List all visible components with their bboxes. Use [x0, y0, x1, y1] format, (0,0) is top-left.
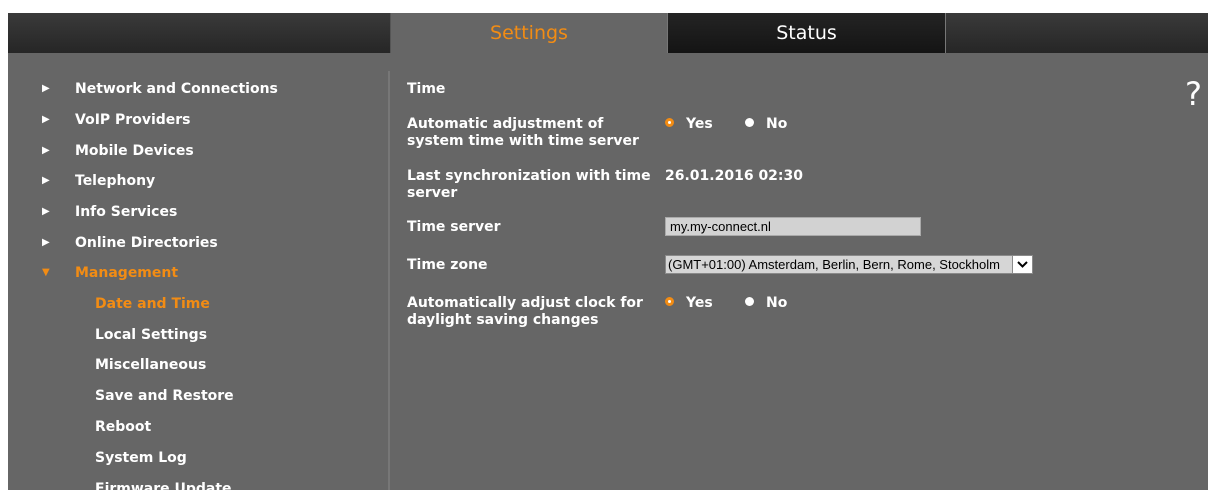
radio-label: No: [766, 116, 788, 132]
auto-adjust-yes-radio[interactable]: Yes: [665, 116, 713, 133]
sidebar-item-label: Info Services: [75, 204, 178, 220]
radio-label: No: [766, 295, 788, 311]
arrow-right-icon: ▶: [42, 237, 50, 248]
arrow-right-icon: ▶: [42, 206, 50, 217]
sidebar-subitem-reboot[interactable]: Reboot: [95, 415, 151, 439]
radio-label: Yes: [686, 116, 713, 132]
chevron-down-icon[interactable]: [1012, 256, 1032, 273]
auto-adjust-no-radio[interactable]: No: [745, 116, 787, 133]
arrow-down-icon: ▼: [42, 267, 50, 278]
radio-selected-icon: [665, 118, 674, 127]
sidebar-subitem-system-log[interactable]: System Log: [95, 446, 187, 470]
dst-label: Automatically adjust clock for daylight …: [407, 295, 643, 328]
time-zone-selected-value: (GMT+01:00) Amsterdam, Berlin, Bern, Rom…: [668, 257, 1000, 272]
last-sync-label: Last synchronization with time server: [407, 168, 651, 201]
radio-label: Yes: [686, 295, 713, 311]
last-sync-value: 26.01.2016 02:30: [665, 168, 804, 184]
arrow-right-icon: ▶: [42, 114, 50, 125]
time-zone-label: Time zone: [407, 257, 488, 273]
dst-yes-radio[interactable]: Yes: [665, 295, 713, 312]
sidebar-divider: [388, 71, 390, 490]
radio-unselected-icon: [745, 118, 754, 127]
time-zone-select[interactable]: (GMT+01:00) Amsterdam, Berlin, Bern, Rom…: [665, 255, 1033, 274]
radio-selected-icon: [665, 297, 674, 306]
dst-no-radio[interactable]: No: [745, 295, 787, 312]
sidebar-subitem-save-and-restore[interactable]: Save and Restore: [95, 384, 234, 408]
help-icon[interactable]: ?: [1185, 75, 1202, 113]
sidebar-subitem-miscellaneous[interactable]: Miscellaneous: [95, 353, 206, 377]
time-server-label: Time server: [407, 219, 501, 235]
sidebar-item-label: Mobile Devices: [75, 143, 194, 159]
time-server-input[interactable]: my.my-connect.nl: [665, 217, 921, 236]
radio-unselected-icon: [745, 297, 754, 306]
auto-adjust-label: Automatic adjustment of system time with…: [407, 116, 639, 149]
sidebar-item-label: VoIP Providers: [75, 112, 191, 128]
sidebar-item-label: Online Directories: [75, 235, 218, 251]
sidebar-subitem-local-settings[interactable]: Local Settings: [95, 323, 207, 347]
arrow-right-icon: ▶: [42, 145, 50, 156]
section-title: Time: [407, 81, 446, 97]
top-tab-bar: Settings Status: [8, 13, 1208, 53]
sidebar-subitem-firmware-update[interactable]: Firmware Update: [95, 477, 232, 490]
tab-settings[interactable]: Settings: [390, 13, 667, 53]
sidebar-subitem-date-and-time[interactable]: Date and Time: [95, 292, 210, 316]
sidebar-item-label: Management: [75, 265, 179, 281]
sidebar-item-label: Telephony: [75, 173, 156, 189]
sidebar-item-label: Network and Connections: [75, 81, 278, 97]
app-frame: Settings Status ▶ Network and Connection…: [8, 13, 1208, 490]
arrow-right-icon: ▶: [42, 83, 50, 94]
sidebar: ▶ Network and Connections ▶ VoIP Provide…: [8, 53, 388, 490]
arrow-right-icon: ▶: [42, 175, 50, 186]
tab-status[interactable]: Status: [667, 13, 946, 53]
